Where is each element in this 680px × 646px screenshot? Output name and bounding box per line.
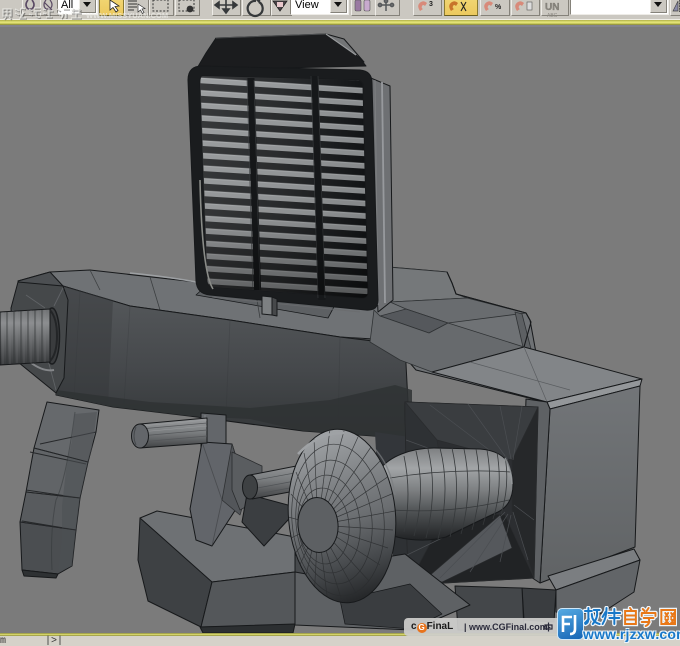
svg-text:WWW.MISSYUAN.COM: WWW.MISSYUAN.COM xyxy=(86,11,168,20)
